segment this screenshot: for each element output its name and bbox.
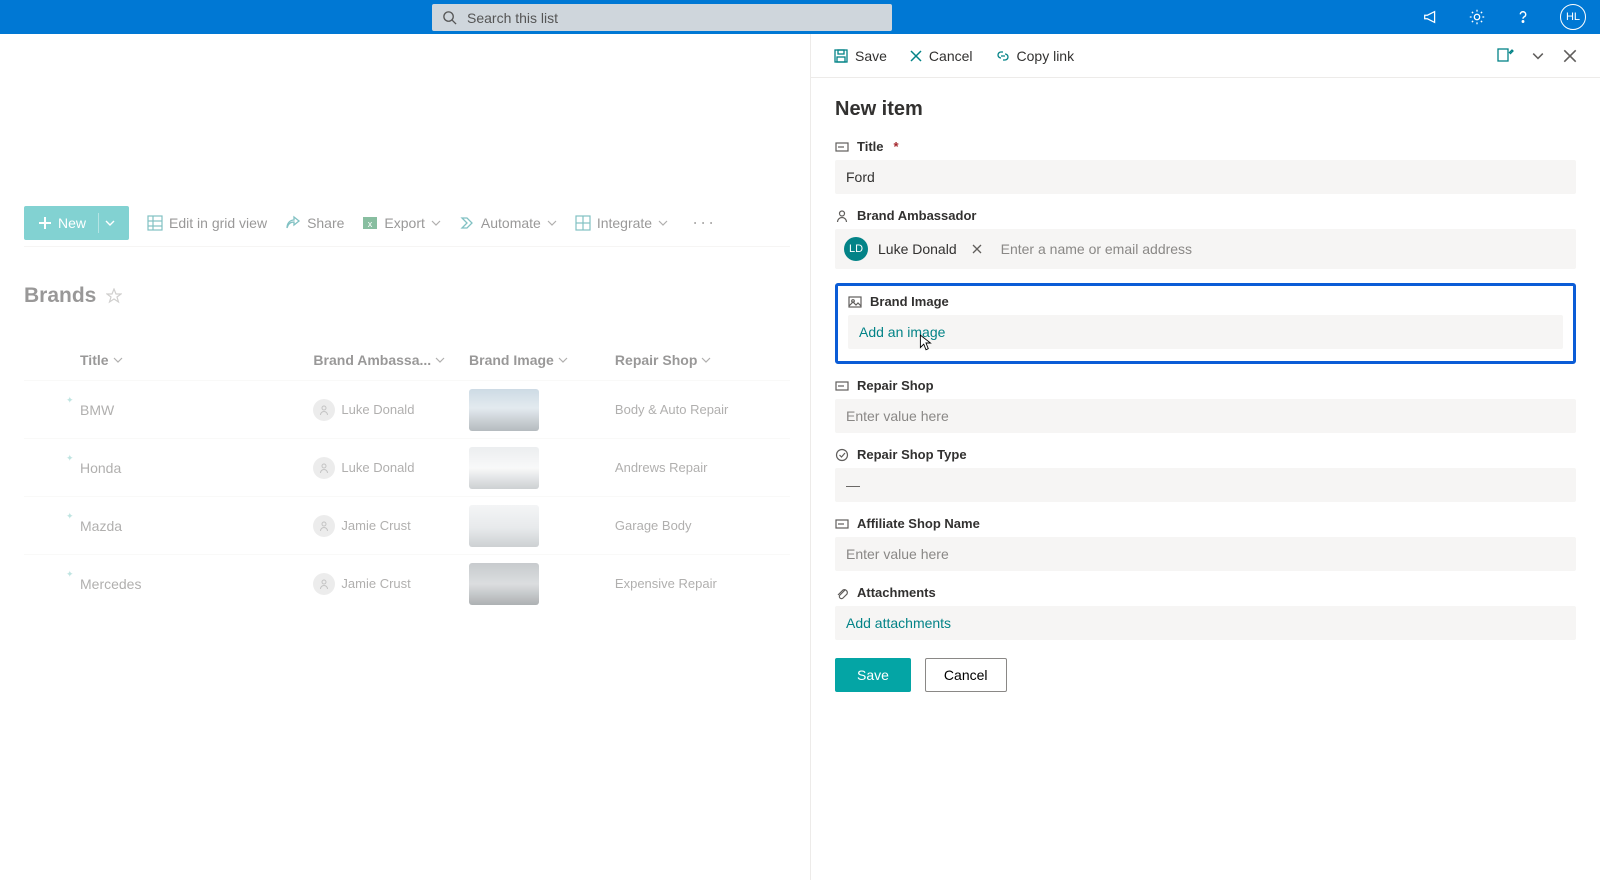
save-icon <box>833 48 849 64</box>
repair-type-input[interactable]: — <box>835 468 1576 502</box>
gear-icon[interactable] <box>1468 8 1486 26</box>
people-placeholder: Enter a name or email address <box>1001 241 1192 257</box>
required-indicator: * <box>894 139 899 154</box>
brand-image-input[interactable]: Add an image <box>848 315 1563 349</box>
help-icon[interactable] <box>1514 8 1532 26</box>
chip-avatar: LD <box>844 237 868 261</box>
megaphone-icon[interactable] <box>1422 8 1440 26</box>
text-field-icon <box>835 517 849 531</box>
field-affiliate: Affiliate Shop Name Enter value here <box>835 516 1576 571</box>
search-placeholder: Search this list <box>467 10 558 26</box>
panel-cancel-button[interactable]: Cancel <box>909 48 973 64</box>
search-icon <box>442 10 457 25</box>
chip-name: Luke Donald <box>878 241 957 257</box>
panel-title: New item <box>835 98 1576 121</box>
user-avatar[interactable]: HL <box>1560 4 1586 30</box>
modal-overlay <box>0 34 810 880</box>
text-field-icon <box>835 379 849 393</box>
choice-icon <box>835 448 849 462</box>
link-icon <box>995 48 1011 64</box>
ambassador-input[interactable]: LD Luke Donald Enter a name or email add… <box>835 229 1576 269</box>
attachment-icon <box>835 586 849 600</box>
new-item-panel: Save Cancel Copy link New item Title* Fo… <box>810 34 1600 880</box>
person-icon <box>835 209 849 223</box>
suite-header: Search this list HL <box>0 0 1600 34</box>
field-title: Title* Ford <box>835 139 1576 194</box>
panel-save-button[interactable]: Save <box>833 48 887 64</box>
field-attachments: Attachments Add attachments <box>835 585 1576 640</box>
field-brand-image-highlighted: Brand Image Add an image <box>835 283 1576 364</box>
title-input[interactable]: Ford <box>835 160 1576 194</box>
remove-chip-icon[interactable] <box>971 243 983 255</box>
search-box[interactable]: Search this list <box>432 4 892 31</box>
chevron-down-icon[interactable] <box>1532 50 1544 62</box>
panel-command-bar: Save Cancel Copy link <box>811 34 1600 78</box>
save-button[interactable]: Save <box>835 658 911 692</box>
edit-form-icon[interactable] <box>1496 47 1514 65</box>
copy-link-button[interactable]: Copy link <box>995 48 1075 64</box>
field-repair-type: Repair Shop Type — <box>835 447 1576 502</box>
list-main: New Edit in grid view Share x Export Aut… <box>0 34 810 880</box>
attachments-input[interactable]: Add attachments <box>835 606 1576 640</box>
affiliate-input[interactable]: Enter value here <box>835 537 1576 571</box>
cancel-button[interactable]: Cancel <box>925 658 1007 692</box>
field-ambassador: Brand Ambassador LD Luke Donald Enter a … <box>835 208 1576 269</box>
close-icon <box>909 49 923 63</box>
field-repair-shop: Repair Shop Enter value here <box>835 378 1576 433</box>
text-field-icon <box>835 140 849 154</box>
close-panel-icon[interactable] <box>1562 48 1578 64</box>
image-icon <box>848 295 862 309</box>
repair-shop-input[interactable]: Enter value here <box>835 399 1576 433</box>
